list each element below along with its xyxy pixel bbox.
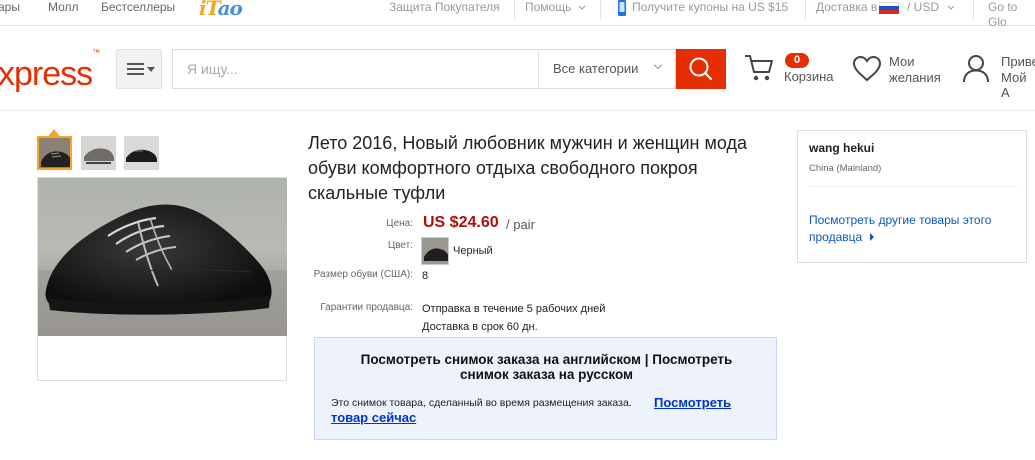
main-product-image[interactable] <box>38 178 287 336</box>
help-menu[interactable]: Помощь <box>525 0 586 15</box>
russia-flag-icon <box>879 2 899 15</box>
logo-text: xpress <box>0 55 93 93</box>
view-item-now-link[interactable]: Посмотреть <box>654 395 731 410</box>
divider <box>514 0 515 20</box>
heart-icon[interactable] <box>852 55 882 83</box>
category-menu-button[interactable] <box>116 49 162 89</box>
arrow-right-icon <box>869 233 874 241</box>
shoe-image <box>38 178 287 336</box>
color-label: Цвет: <box>387 240 413 251</box>
site-logo[interactable]: xpress™ <box>0 48 100 94</box>
seller-other-items-link[interactable]: Посмотреть другие товары этого продавца <box>809 212 1021 246</box>
view-item-now-link-cont[interactable]: товар сейчас <box>331 410 416 425</box>
product-thumbnail-3[interactable] <box>124 136 159 170</box>
topbar-link-mall[interactable]: Молл <box>48 0 79 15</box>
chevron-down-icon <box>653 60 663 70</box>
product-price: US $24.60 <box>423 214 499 231</box>
cart-label[interactable]: Корзина <box>784 69 834 84</box>
phone-icon <box>618 0 626 16</box>
topbar-link-categories[interactable]: ары <box>0 0 20 15</box>
search-icon <box>689 57 713 81</box>
search-input[interactable] <box>172 49 538 89</box>
currency-selector[interactable]: / USD <box>907 0 955 15</box>
snapshot-title-line1: Посмотреть снимок заказа на английском |… <box>360 352 733 367</box>
shoe-image <box>39 138 70 168</box>
top-bar: ары Молл Бестселлеры iTao Защита Покупат… <box>0 0 1035 29</box>
shoe-image <box>422 238 448 264</box>
account-greeting[interactable]: Приве <box>1001 54 1035 69</box>
wishlist-label-line2[interactable]: желания <box>889 70 941 85</box>
seller-country: China (Mainland) <box>809 163 882 174</box>
currency-label: / USD <box>907 0 940 14</box>
buyer-protection-link[interactable]: Защита Покупателя <box>389 0 500 15</box>
chevron-down-icon <box>578 5 586 10</box>
guarantee-dispatch: Отправка в течение 5 рабочих дней <box>422 303 606 315</box>
user-icon[interactable] <box>961 53 991 83</box>
category-select-label: Все категории <box>553 61 639 76</box>
divider <box>973 0 974 20</box>
divider <box>805 0 806 20</box>
coupon-link[interactable]: Получите купоны на US $15 <box>632 0 788 15</box>
seller-link-line2: продавца <box>809 229 1021 246</box>
shoe-size-value: 8 <box>422 270 429 282</box>
divider <box>600 0 601 20</box>
seller-link-line1: Посмотреть другие товары этого <box>809 213 992 227</box>
shoe-image <box>124 136 159 170</box>
help-label: Помощь <box>525 0 572 14</box>
cart-icon[interactable] <box>743 53 775 83</box>
price-label: Цена: <box>386 218 413 229</box>
guarantee-delivery: Доставка в срок 60 дн. <box>422 321 538 333</box>
main-header: xpress™ Все категории 0 Корзина Мои жела… <box>0 27 1035 111</box>
wishlist-label-line1[interactable]: Мои <box>889 54 914 69</box>
product-thumbnail-1[interactable] <box>37 136 72 170</box>
caret-down-icon <box>147 67 155 72</box>
itao-logo[interactable]: iTao <box>199 0 243 20</box>
my-account-link[interactable]: Мой А <box>1001 70 1035 100</box>
price-unit: / pair <box>506 217 535 232</box>
color-value: Черный <box>453 245 493 257</box>
color-swatch[interactable] <box>421 237 449 265</box>
cart-count-badge: 0 <box>785 53 809 68</box>
ship-to-label[interactable]: Доставка в <box>816 0 877 15</box>
category-select[interactable]: Все категории <box>538 49 676 89</box>
product-thumbnail-2[interactable] <box>81 136 116 170</box>
global-site-link[interactable]: Go to Glo <box>988 0 1035 30</box>
menu-icon <box>127 63 144 78</box>
divider <box>809 186 1017 187</box>
product-title: Лето 2016, Новый любовник мужчин и женщи… <box>308 133 747 203</box>
seller-info-card: wang hekui China (Mainland) Посмотреть д… <box>797 130 1027 263</box>
search-button[interactable] <box>676 49 726 89</box>
guarantee-label: Гарантии продавца: <box>320 302 413 313</box>
snapshot-language-links[interactable]: Посмотреть снимок заказа на английском |… <box>315 352 778 382</box>
topbar-link-bestsellers[interactable]: Бестселлеры <box>101 0 175 15</box>
order-snapshot-panel: Посмотреть снимок заказа на английском |… <box>314 337 777 440</box>
shoe-image <box>81 136 116 170</box>
snapshot-title-line2: снимок заказа на русском <box>459 367 634 382</box>
chevron-down-icon <box>948 5 955 10</box>
seller-name[interactable]: wang hekui <box>809 141 874 155</box>
snapshot-note: Это снимок товара, сделанный во время ра… <box>331 397 632 409</box>
shoe-size-label: Размер обуви (США): <box>313 269 413 280</box>
